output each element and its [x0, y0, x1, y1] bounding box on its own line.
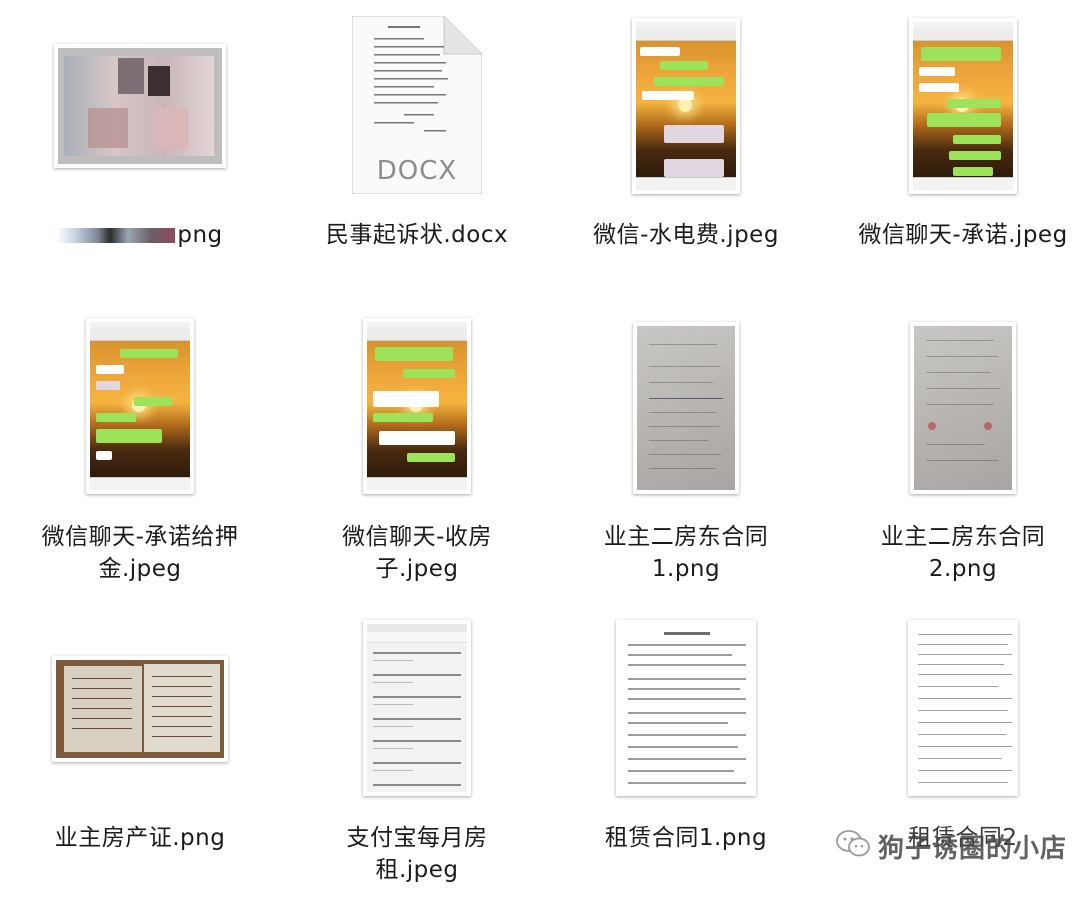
file-item[interactable]: 业主二房东合同 1.png	[551, 300, 821, 600]
file-thumbnail[interactable]	[52, 656, 228, 762]
file-name-line: 业主二房东合同	[603, 524, 769, 550]
docx-label: DOCX	[376, 156, 458, 186]
file-name[interactable]: 微信聊天-收房 子.jpeg	[282, 521, 552, 585]
file-thumbnail[interactable]	[909, 18, 1017, 194]
file-name-line: 微信聊天-收房	[342, 524, 492, 550]
file-name-line: 业主二房东合同	[880, 524, 1046, 550]
file-item[interactable]: 业主二房东合同 2.png	[828, 300, 1080, 600]
file-name[interactable]: 业主二房东合同 1.png	[551, 521, 821, 585]
file-thumbnail[interactable]	[54, 44, 226, 168]
docx-file-icon[interactable]: DOCX	[351, 15, 483, 195]
file-name[interactable]: png	[5, 219, 275, 251]
file-name[interactable]: 民事起诉状.docx	[282, 219, 552, 251]
file-thumbnail[interactable]	[632, 18, 740, 194]
file-thumbnail[interactable]	[363, 620, 471, 796]
wechat-icon	[836, 830, 870, 862]
file-item[interactable]: 微信聊天-承诺给押 金.jpeg	[5, 300, 275, 600]
file-name-line: 支付宝每月房	[346, 825, 488, 851]
file-thumbnail[interactable]	[908, 620, 1018, 796]
file-item[interactable]: png	[5, 0, 275, 300]
file-name-line: 租.jpeg	[375, 857, 459, 883]
file-name[interactable]: 业主房产证.png	[5, 822, 275, 854]
file-thumbnail[interactable]	[910, 322, 1016, 494]
file-name-line: 2.png	[928, 556, 998, 582]
file-item[interactable]: 租赁合同1.png	[551, 600, 821, 900]
file-name[interactable]: 租赁合同1.png	[551, 822, 821, 854]
file-name[interactable]: 支付宝每月房 租.jpeg	[282, 822, 552, 886]
blurred-filename	[57, 228, 176, 243]
file-item[interactable]: DOCX 民事起诉状.docx	[282, 0, 552, 300]
file-name-line: 子.jpeg	[375, 556, 459, 582]
file-item[interactable]: 微信聊天-收房 子.jpeg	[282, 300, 552, 600]
file-name[interactable]: 业主二房东合同 2.png	[828, 521, 1080, 585]
file-item[interactable]: 支付宝每月房 租.jpeg	[282, 600, 552, 900]
file-name-line: 1.png	[651, 556, 721, 582]
file-thumbnail[interactable]	[633, 322, 739, 494]
file-name[interactable]: 微信聊天-承诺给押 金.jpeg	[5, 521, 275, 585]
file-name[interactable]: 微信-水电费.jpeg	[551, 219, 821, 251]
file-item[interactable]: 微信-水电费.jpeg	[551, 0, 821, 300]
file-item[interactable]: 微信聊天-承诺.jpeg	[828, 0, 1080, 300]
watermark: 狗子诱圈的小店	[836, 828, 1067, 864]
file-thumbnail[interactable]	[616, 620, 756, 796]
file-thumbnail[interactable]	[363, 318, 471, 494]
file-name-line: 金.jpeg	[98, 556, 182, 582]
watermark-text: 狗子诱圈的小店	[878, 833, 1068, 864]
file-name[interactable]: 微信聊天-承诺.jpeg	[828, 219, 1080, 251]
file-name-line: 微信聊天-承诺给押	[41, 524, 239, 550]
file-item[interactable]: 业主房产证.png	[5, 600, 275, 900]
file-thumbnail[interactable]	[86, 318, 194, 494]
